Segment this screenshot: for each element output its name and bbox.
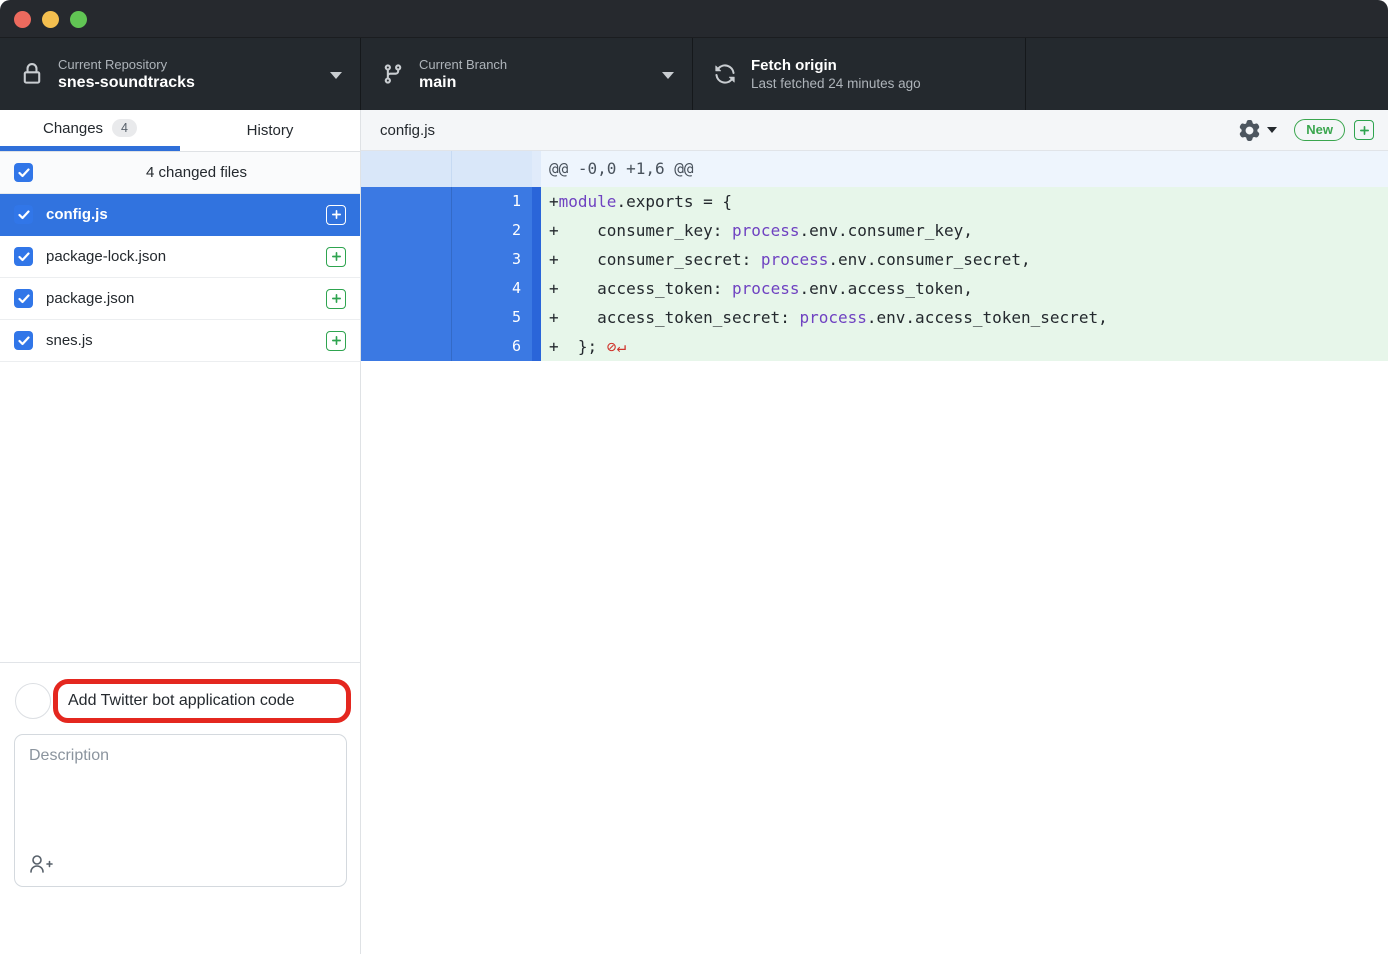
current-repository-label: Current Repository — [58, 57, 195, 72]
select-all-files-row[interactable]: 4 changed files — [0, 152, 360, 194]
diff-line-number: 2 — [452, 216, 532, 245]
diff-line[interactable]: 1 +module.exports = { — [361, 187, 1388, 216]
file-checkbox[interactable] — [14, 205, 33, 224]
toolbar: Current Repository snes-soundtracks Curr… — [0, 38, 1388, 110]
file-row-snes-js[interactable]: snes.js — [0, 320, 360, 362]
changed-file-list: config.js package-lock.json package.json… — [0, 194, 360, 362]
diff-code-text: + }; ⊘↵ — [541, 332, 1388, 361]
diff-line-number: 1 — [452, 187, 532, 216]
diff-line-number: 5 — [452, 303, 532, 332]
diff-gutter-strip — [532, 187, 541, 216]
summary-highlight-annotation: Add Twitter bot application code — [53, 679, 351, 723]
file-checkbox[interactable] — [14, 289, 33, 308]
diff-gutter-strip — [532, 245, 541, 274]
diff-gutter-old — [361, 274, 452, 303]
select-all-checkbox[interactable] — [14, 163, 33, 182]
diff-gutter-old — [361, 303, 452, 332]
diff-line[interactable]: 4 + access_token: process.env.access_tok… — [361, 274, 1388, 303]
diff-line-number: 3 — [452, 245, 532, 274]
diff-line-number: 6 — [452, 332, 532, 361]
tab-history-label: History — [247, 122, 294, 139]
tab-changes[interactable]: Changes 4 — [0, 110, 180, 151]
file-checkbox[interactable] — [14, 247, 33, 266]
lock-icon — [20, 62, 44, 86]
diff-code-text: + access_token_secret: process.env.acces… — [541, 303, 1388, 332]
diff-gutter-old — [361, 216, 452, 245]
hunk-header-row: @@ -0,0 +1,6 @@ — [361, 151, 1388, 187]
current-branch-value: main — [419, 74, 507, 92]
diff-gutter-strip — [532, 303, 541, 332]
toolbar-empty-area — [1026, 38, 1388, 110]
current-repository-button[interactable]: Current Repository snes-soundtracks — [0, 38, 361, 110]
added-status-icon — [326, 247, 346, 267]
add-coauthor-icon[interactable] — [27, 852, 53, 876]
current-repository-value: snes-soundtracks — [58, 74, 195, 92]
fetch-origin-label: Fetch origin — [751, 57, 921, 74]
changed-files-count-label: 4 changed files — [33, 164, 360, 181]
file-name: snes.js — [46, 332, 326, 349]
file-name: config.js — [46, 206, 326, 223]
diff-gutter-strip — [532, 216, 541, 245]
file-checkbox[interactable] — [14, 331, 33, 350]
commit-description-input[interactable]: Description — [14, 734, 347, 887]
diff-file-title: config.js — [380, 122, 1239, 139]
titlebar — [0, 0, 1388, 38]
chevron-down-icon — [330, 72, 342, 79]
diff-line[interactable]: 3 + consumer_secret: process.env.consume… — [361, 245, 1388, 274]
current-branch-label: Current Branch — [419, 57, 507, 72]
diff-gutter-strip — [532, 274, 541, 303]
tab-changes-label: Changes — [43, 120, 103, 137]
added-file-icon — [1354, 120, 1374, 140]
diff-line-number: 4 — [452, 274, 532, 303]
diff-options-button[interactable] — [1239, 120, 1277, 141]
file-row-config-js[interactable]: config.js — [0, 194, 360, 236]
avatar — [15, 683, 51, 719]
diff-line[interactable]: 5 + access_token_secret: process.env.acc… — [361, 303, 1388, 332]
commit-summary-input[interactable]: Add Twitter bot application code — [58, 692, 295, 710]
gear-icon — [1239, 120, 1260, 141]
diff-file-header: config.js New — [361, 110, 1388, 151]
diff-gutter-old — [361, 187, 452, 216]
changes-sidebar: Changes 4 History 4 changed files config… — [0, 110, 361, 954]
diff-code-text: + access_token: process.env.access_token… — [541, 274, 1388, 303]
file-row-package-json[interactable]: package.json — [0, 278, 360, 320]
chevron-down-icon — [662, 72, 674, 79]
diff-line[interactable]: 6 + }; ⊘↵ — [361, 332, 1388, 361]
diff-content: @@ -0,0 +1,6 @@ 1 +module.exports = { 2 … — [361, 151, 1388, 361]
commit-panel: Add Twitter bot application code Descrip… — [0, 662, 360, 954]
added-status-icon — [326, 205, 346, 225]
added-status-icon — [326, 289, 346, 309]
description-placeholder: Description — [29, 747, 109, 765]
minimize-window-button[interactable] — [42, 11, 59, 28]
added-status-icon — [326, 331, 346, 351]
sync-icon — [713, 62, 737, 86]
diff-code-text: + consumer_key: process.env.consumer_key… — [541, 216, 1388, 245]
file-name: package-lock.json — [46, 248, 326, 265]
diff-code-text: +module.exports = { — [541, 187, 1388, 216]
zoom-window-button[interactable] — [70, 11, 87, 28]
chevron-down-icon — [1267, 127, 1277, 133]
diff-gutter-old — [361, 245, 452, 274]
hunk-header-text: @@ -0,0 +1,6 @@ — [541, 151, 1388, 187]
close-window-button[interactable] — [14, 11, 31, 28]
github-desktop-window: Current Repository snes-soundtracks Curr… — [0, 0, 1388, 954]
current-branch-button[interactable]: Current Branch main — [361, 38, 693, 110]
new-file-badge: New — [1294, 119, 1345, 141]
fetch-origin-button[interactable]: Fetch origin Last fetched 24 minutes ago — [693, 38, 1026, 110]
changes-count-badge: 4 — [112, 119, 137, 137]
diff-code-text: + consumer_secret: process.env.consumer_… — [541, 245, 1388, 274]
tab-history[interactable]: History — [180, 110, 360, 151]
diff-gutter-strip — [532, 332, 541, 361]
diff-actions: New — [1239, 119, 1374, 141]
git-branch-icon — [381, 62, 405, 86]
diff-line[interactable]: 2 + consumer_key: process.env.consumer_k… — [361, 216, 1388, 245]
diff-view: config.js New @@ -0,0 +1,6 @@ — [361, 110, 1388, 954]
diff-lines: 1 +module.exports = { 2 + consumer_key: … — [361, 187, 1388, 361]
diff-gutter-old — [361, 332, 452, 361]
file-row-package-lock-json[interactable]: package-lock.json — [0, 236, 360, 278]
sidebar-tabs: Changes 4 History — [0, 110, 360, 152]
last-fetched-text: Last fetched 24 minutes ago — [751, 76, 921, 91]
file-name: package.json — [46, 290, 326, 307]
